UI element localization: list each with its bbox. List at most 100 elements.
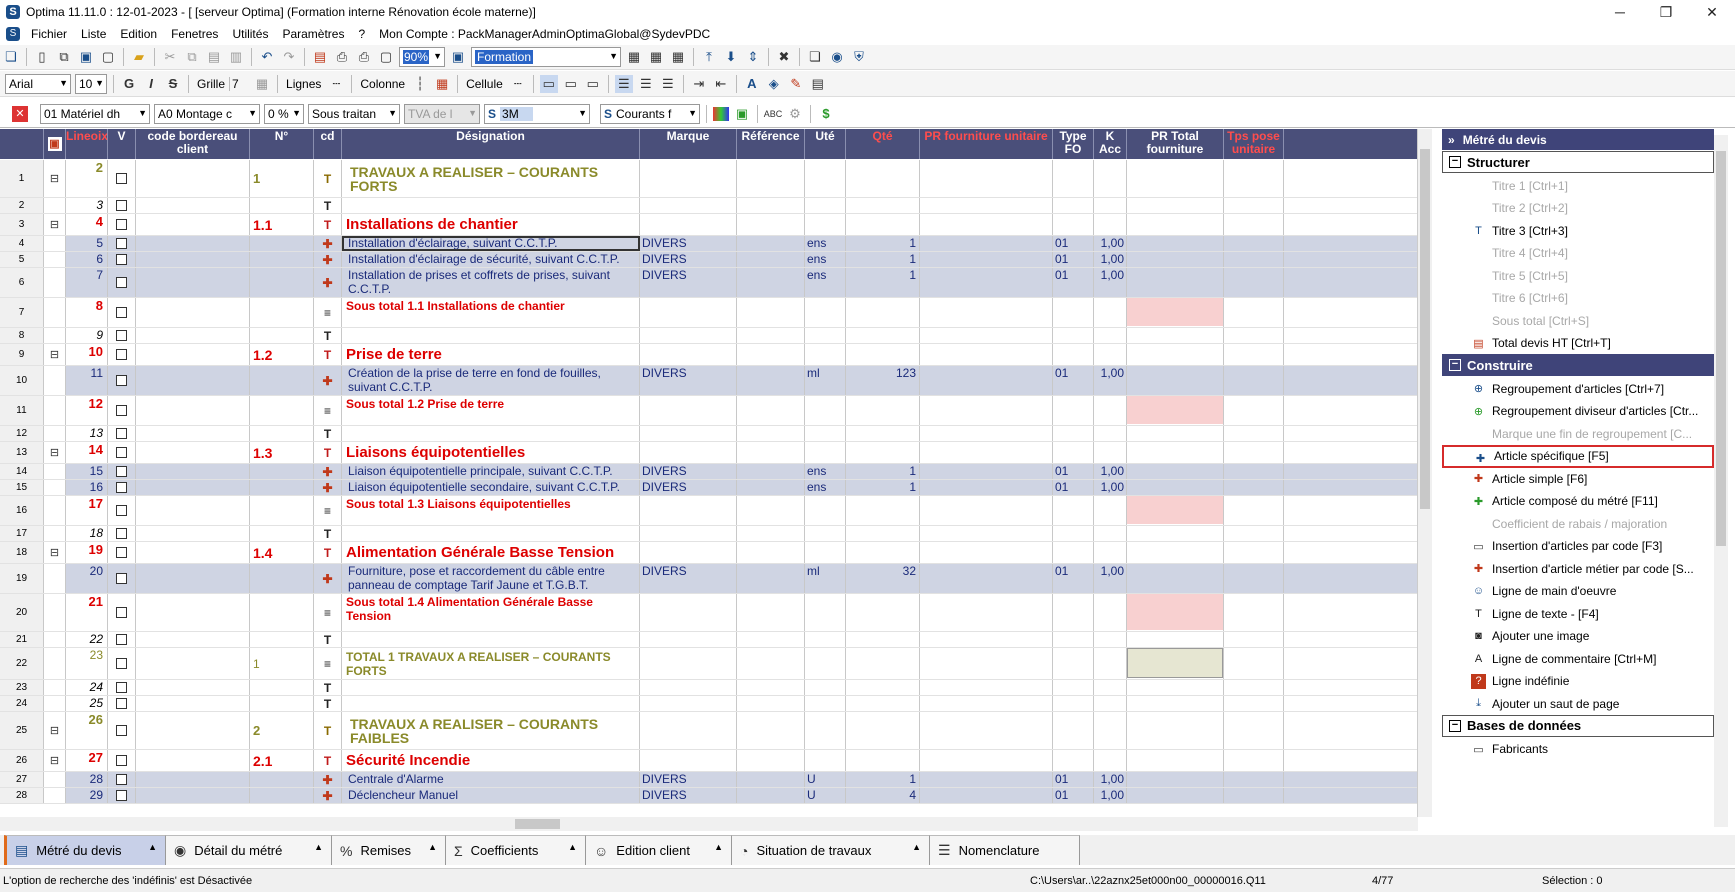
type-fo-cell[interactable] bbox=[1053, 328, 1094, 343]
tab-2[interactable]: % Remises ▲ bbox=[332, 835, 446, 865]
pose-time-cell[interactable] bbox=[1224, 496, 1284, 525]
reference-cell[interactable] bbox=[737, 712, 805, 749]
paste-special-icon[interactable]: ▥ bbox=[227, 48, 245, 66]
total-price-cell[interactable] bbox=[1127, 366, 1224, 395]
pose-time-cell[interactable] bbox=[1224, 298, 1284, 327]
menu-item[interactable]: Fichier bbox=[24, 27, 74, 41]
k-acc-cell[interactable] bbox=[1094, 344, 1127, 365]
scroll-thumb[interactable] bbox=[515, 819, 560, 829]
tab-6[interactable]: ☰ Nomenclature bbox=[930, 835, 1080, 865]
type-fo-cell[interactable] bbox=[1053, 680, 1094, 695]
reference-cell[interactable] bbox=[737, 648, 805, 679]
pose-time-cell[interactable] bbox=[1224, 788, 1284, 803]
table-row[interactable]: 21 22 T bbox=[0, 632, 1417, 648]
checkbox[interactable] bbox=[116, 173, 127, 184]
row-number[interactable]: 23 bbox=[0, 680, 44, 695]
bordereau-code-cell[interactable] bbox=[136, 480, 250, 495]
brand-cell[interactable]: DIVERS bbox=[640, 252, 737, 267]
k-acc-cell[interactable] bbox=[1094, 632, 1127, 647]
unit-price-cell[interactable] bbox=[920, 526, 1053, 541]
unit-cell[interactable] bbox=[805, 696, 846, 711]
quantity-cell[interactable] bbox=[846, 542, 920, 563]
checkbox[interactable] bbox=[116, 658, 127, 669]
windows-icon[interactable]: ❏ bbox=[2, 48, 20, 66]
type-fo-cell[interactable] bbox=[1053, 160, 1094, 197]
border-middle-icon[interactable]: ▭ bbox=[562, 75, 580, 93]
quantity-cell[interactable] bbox=[846, 594, 920, 631]
panel-item[interactable]: T Ligne de texte - [F4] bbox=[1442, 602, 1714, 625]
panel-item[interactable]: ☺ Ligne de main d'oeuvre bbox=[1442, 580, 1714, 603]
table-row[interactable]: 7 8 ≡ Sous total 1.1 Installations de chant… bbox=[0, 298, 1417, 328]
reference-cell[interactable] bbox=[737, 236, 805, 251]
row-number[interactable]: 9 bbox=[0, 344, 44, 365]
visibility-checkbox[interactable] bbox=[108, 344, 136, 365]
type-fo-cell[interactable]: 01 bbox=[1053, 366, 1094, 395]
quantity-cell[interactable]: 1 bbox=[846, 252, 920, 267]
brand-cell[interactable] bbox=[640, 750, 737, 771]
unit-cell[interactable] bbox=[805, 648, 846, 679]
checkbox[interactable] bbox=[116, 447, 127, 458]
pose-time-cell[interactable] bbox=[1224, 564, 1284, 593]
copy-doc-icon[interactable]: ⧉ bbox=[55, 48, 73, 66]
total-price-cell[interactable] bbox=[1127, 252, 1224, 267]
quantity-cell[interactable] bbox=[846, 396, 920, 425]
row-number[interactable]: 27 bbox=[0, 772, 44, 787]
checkbox[interactable] bbox=[116, 573, 127, 584]
settings-icon[interactable]: ⚙ bbox=[786, 105, 804, 123]
number-cell[interactable] bbox=[250, 252, 314, 267]
panel-item[interactable]: ✚ Insertion d'article métier par code [S.… bbox=[1442, 557, 1714, 580]
brand-cell[interactable] bbox=[640, 632, 737, 647]
k-acc-cell[interactable]: 1,00 bbox=[1094, 480, 1127, 495]
pdf-icon[interactable]: ▤ bbox=[311, 48, 329, 66]
pose-time-cell[interactable] bbox=[1224, 750, 1284, 771]
total-price-cell[interactable] bbox=[1127, 496, 1224, 525]
visibility-checkbox[interactable] bbox=[108, 328, 136, 343]
pose-time-cell[interactable] bbox=[1224, 696, 1284, 711]
visibility-checkbox[interactable] bbox=[108, 464, 136, 479]
type-fo-cell[interactable] bbox=[1053, 750, 1094, 771]
brand-cell[interactable] bbox=[640, 328, 737, 343]
column-style-icon[interactable]: ┆ bbox=[411, 75, 429, 93]
checkbox[interactable] bbox=[116, 607, 127, 618]
tab-0[interactable]: ▤ Métré du devis ▲ bbox=[4, 835, 166, 865]
checkbox[interactable] bbox=[116, 330, 127, 341]
table-row[interactable]: 2 3 T bbox=[0, 198, 1417, 214]
col-header[interactable]: Référence bbox=[737, 129, 805, 159]
reference-cell[interactable] bbox=[737, 480, 805, 495]
unit-price-cell[interactable] bbox=[920, 198, 1053, 213]
expand-toggle[interactable]: ⊟ bbox=[44, 542, 66, 563]
menu-item[interactable]: Paramètres bbox=[275, 27, 351, 41]
minimize-icon[interactable]: ─ bbox=[1597, 0, 1643, 24]
quantity-cell[interactable] bbox=[846, 298, 920, 327]
panel-item[interactable]: ✚ Article simple [F6] bbox=[1442, 467, 1714, 490]
k-acc-cell[interactable]: 1,00 bbox=[1094, 252, 1127, 267]
unit-price-cell[interactable] bbox=[920, 480, 1053, 495]
table-row[interactable]: 10 11 ✚ Création de la prise de terre en fo… bbox=[0, 366, 1417, 396]
expand-toggle[interactable]: ⊟ bbox=[44, 442, 66, 463]
designation-cell[interactable]: Liaisons équipotentielles bbox=[342, 442, 640, 463]
type-fo-cell[interactable]: 01 bbox=[1053, 772, 1094, 787]
unit-price-cell[interactable] bbox=[920, 496, 1053, 525]
bordereau-code-cell[interactable] bbox=[136, 426, 250, 441]
table-row[interactable]: 4 5 ✚ Installation d'éclairage, suivant C.C… bbox=[0, 236, 1417, 252]
panel-section-structurer[interactable]: − Structurer bbox=[1442, 151, 1714, 173]
bordereau-code-cell[interactable] bbox=[136, 268, 250, 297]
quantity-cell[interactable]: 1 bbox=[846, 772, 920, 787]
row-number[interactable]: 8 bbox=[0, 328, 44, 343]
reference-cell[interactable] bbox=[737, 464, 805, 479]
reference-cell[interactable] bbox=[737, 788, 805, 803]
unit-price-cell[interactable] bbox=[920, 464, 1053, 479]
reference-cell[interactable] bbox=[737, 198, 805, 213]
pose-time-cell[interactable] bbox=[1224, 648, 1284, 679]
row-number[interactable]: 25 bbox=[0, 712, 44, 749]
table-row[interactable]: 17 18 T bbox=[0, 526, 1417, 542]
pose-time-cell[interactable] bbox=[1224, 632, 1284, 647]
designation-cell[interactable]: Sous total 1.4 Alimentation Générale Bas… bbox=[342, 594, 640, 631]
designation-cell[interactable]: Sous total 1.3 Liaisons équipotentielles bbox=[342, 496, 640, 525]
row-number[interactable]: 7 bbox=[0, 298, 44, 327]
k-acc-cell[interactable] bbox=[1094, 712, 1127, 749]
col-header[interactable]: PR fourniture unitaire bbox=[920, 129, 1053, 159]
restore-icon[interactable]: ❐ bbox=[1643, 0, 1689, 24]
cut-icon[interactable]: ✂ bbox=[161, 48, 179, 66]
designation-cell[interactable]: Sous total 1.2 Prise de terre bbox=[342, 396, 640, 425]
